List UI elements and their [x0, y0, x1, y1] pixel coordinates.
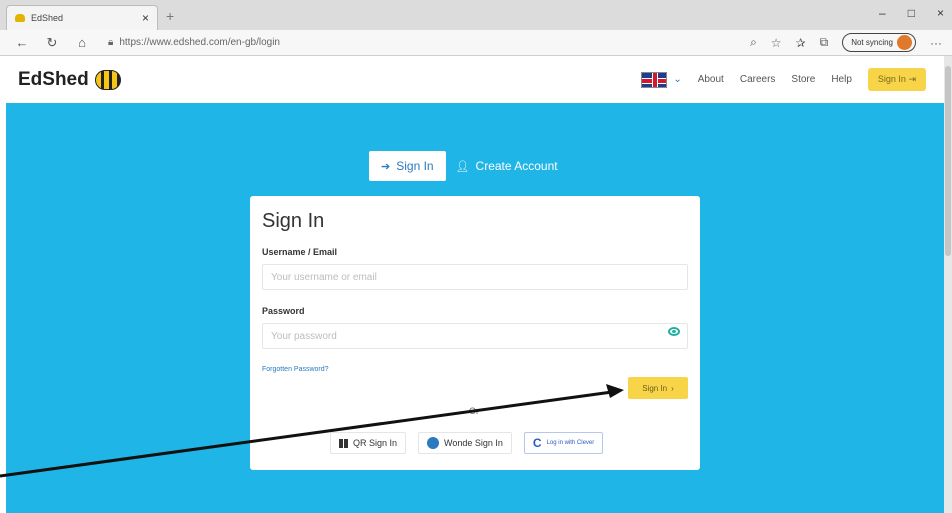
show-password-eye-icon[interactable] [668, 327, 680, 336]
favorites-list-icon[interactable]: ✰ [796, 36, 806, 50]
header-sign-in-button[interactable]: Sign In ⇥ [867, 68, 926, 91]
qr-code-icon [339, 438, 348, 448]
bee-logo-icon [94, 69, 121, 90]
card-title: Sign In [262, 210, 325, 232]
tab-sign-in[interactable]: ➔ Sign In [369, 151, 446, 181]
tab-sign-in-label: Sign In [396, 159, 434, 173]
username-label: Username / Email [262, 247, 338, 257]
page-scrollbar[interactable] [944, 56, 952, 513]
refresh-icon[interactable]: ↻ [40, 35, 64, 51]
or-divider: Or [469, 406, 479, 416]
logo-text: EdShed [18, 68, 89, 90]
close-window-button[interactable]: × [937, 6, 944, 20]
nav-store[interactable]: Store [791, 74, 815, 85]
sign-in-card: Sign In Username / Email Password Forgot… [250, 196, 700, 470]
back-arrow-icon[interactable]: ← [10, 35, 34, 50]
chevron-down-icon[interactable]: ⌄ [673, 74, 681, 85]
more-menu-icon[interactable]: ··· [930, 36, 942, 50]
address-bar-row: ← ↻ ⌂ 🔒︎ https://www.edshed.com/en-gb/lo… [0, 30, 952, 56]
sign-in-icon: ➔ [381, 160, 391, 173]
tab-create-account[interactable]: 👤︎ Create Account [456, 159, 558, 173]
home-icon[interactable]: ⌂ [70, 35, 94, 50]
nav-about[interactable]: About [698, 74, 724, 85]
nav-careers[interactable]: Careers [740, 74, 776, 85]
sync-label: Not syncing [851, 38, 893, 47]
browser-tab-title: EdShed [31, 13, 64, 23]
collections-icon[interactable]: ⧉ [820, 35, 829, 50]
browser-tab[interactable]: EdShed × [6, 5, 158, 30]
header-sign-in-label: Sign In [877, 74, 906, 84]
window-controls: – □ × [879, 6, 944, 20]
tab-close-icon[interactable]: × [142, 11, 149, 25]
browser-tab-bar: EdShed × + – □ × [0, 0, 952, 30]
favorite-star-icon[interactable]: ☆ [771, 36, 782, 50]
sign-in-submit-button[interactable]: Sign In › [628, 377, 688, 399]
url-field[interactable]: 🔒︎ https://www.edshed.com/en-gb/login [108, 37, 750, 48]
clever-sign-in-button[interactable]: C Log in with Clever [523, 432, 604, 454]
add-user-icon: 👤︎ [455, 160, 470, 173]
auth-tabs: ➔ Sign In 👤︎ Create Account [369, 151, 558, 181]
password-input[interactable] [262, 323, 688, 349]
clever-sign-in-label: Log in with Clever [546, 440, 595, 446]
username-input[interactable] [262, 264, 688, 290]
minimize-button[interactable]: – [879, 6, 886, 20]
forgot-password-link[interactable]: Forgotten Password? [262, 366, 329, 373]
sign-in-submit-label: Sign In [642, 383, 668, 393]
site-header: EdShed ⌄ About Careers Store Help Sign I… [0, 56, 944, 103]
edshed-favicon-icon [15, 14, 25, 22]
clever-logo-icon: C [532, 436, 542, 450]
password-field-wrap [262, 316, 688, 349]
chevron-right-icon: › [671, 383, 674, 393]
uk-flag-icon[interactable] [641, 71, 668, 88]
wonde-sign-in-label: Wonde Sign In [444, 438, 503, 448]
lock-icon: 🔒︎ [108, 37, 114, 48]
edshed-logo[interactable]: EdShed [18, 69, 121, 91]
url-text: https://www.edshed.com/en-gb/login [119, 37, 280, 48]
password-label: Password [262, 306, 305, 316]
browser-toolbar-right: ⌕ ☆ ✰ ⧉ Not syncing ··· [750, 33, 942, 52]
sync-button[interactable]: Not syncing [842, 33, 916, 52]
tab-create-account-label: Create Account [475, 159, 558, 173]
maximize-button[interactable]: □ [908, 6, 915, 20]
sign-in-arrow-icon: ⇥ [908, 74, 916, 84]
scrollbar-thumb[interactable] [945, 66, 951, 256]
new-tab-button[interactable]: + [166, 8, 174, 24]
qr-sign-in-label: QR Sign In [353, 438, 398, 448]
alternative-sign-in-row: QR Sign In Wonde Sign In C Log in with C… [330, 432, 604, 454]
wonde-logo-icon [427, 437, 440, 449]
wonde-sign-in-button[interactable]: Wonde Sign In [418, 432, 512, 454]
qr-sign-in-button[interactable]: QR Sign In [330, 432, 407, 454]
main-nav: ⌄ About Careers Store Help Sign In ⇥ [641, 68, 926, 91]
nav-help[interactable]: Help [831, 74, 852, 85]
zoom-search-icon[interactable]: ⌕ [750, 35, 757, 50]
profile-avatar [897, 35, 912, 50]
